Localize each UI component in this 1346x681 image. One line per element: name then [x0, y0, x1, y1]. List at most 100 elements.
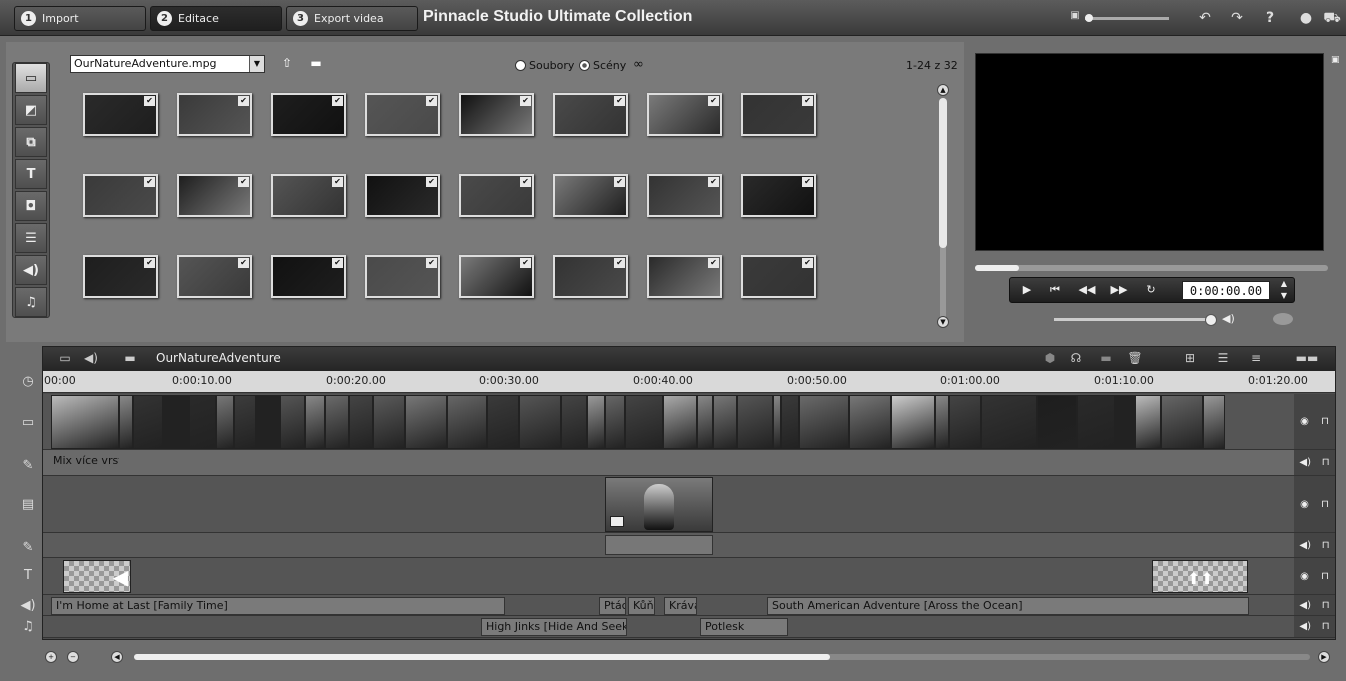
sound-clip[interactable]: South American Adventure [Aross the Ocea…: [767, 597, 1249, 615]
scrubber-knob[interactable]: [975, 265, 1019, 271]
lock-icon[interactable]: ⊓: [1321, 571, 1329, 582]
view-scenes-radio[interactable]: Scény: [579, 59, 626, 72]
video-clip[interactable]: [737, 395, 773, 449]
scene-thumbnail[interactable]: ✔: [365, 93, 440, 136]
scroll-left-icon[interactable]: ◀: [111, 651, 123, 663]
transitions-category-tab[interactable]: ◩: [15, 95, 47, 125]
video-clip[interactable]: [625, 395, 663, 449]
project-folder-icon[interactable]: ▬: [121, 351, 139, 365]
lock-icon[interactable]: ⊓: [1322, 621, 1330, 632]
loop-icon[interactable]: ↻: [1142, 283, 1160, 299]
video-clip[interactable]: [849, 395, 891, 449]
titles-category-tab[interactable]: T: [15, 159, 47, 189]
video-clip[interactable]: [189, 395, 216, 449]
chevron-down-icon[interactable]: ▼: [249, 56, 264, 72]
step-export-tab[interactable]: 3 Export videa: [286, 6, 418, 31]
trash-icon[interactable]: 🗑: [1126, 351, 1144, 365]
volume-slider[interactable]: [1054, 314, 1217, 326]
title-track-icon[interactable]: T: [18, 568, 38, 583]
video-clip[interactable]: [981, 395, 1037, 449]
video-clip[interactable]: [373, 395, 405, 449]
up-folder-icon[interactable]: ⇧: [278, 56, 296, 72]
video-clip[interactable]: [935, 395, 949, 449]
sound-clip[interactable]: Kráva: [664, 597, 697, 615]
video-clip[interactable]: [697, 395, 713, 449]
file-select[interactable]: OurNatureAdventure.mpg ▼: [70, 55, 265, 73]
video-clip[interactable]: [447, 395, 487, 449]
video-clip[interactable]: [216, 395, 234, 449]
audio-pen-icon[interactable]: ✎: [18, 458, 38, 473]
video-clip[interactable]: [519, 395, 561, 449]
video-clip[interactable]: [605, 395, 625, 449]
lock-icon[interactable]: ⊓: [1321, 416, 1329, 427]
eye-icon[interactable]: ◉: [1300, 416, 1309, 427]
speaker-icon[interactable]: ◀): [1299, 600, 1311, 611]
video-clip[interactable]: [234, 395, 256, 449]
music-clip[interactable]: High Jinks [Hide And Seek]: [481, 618, 627, 636]
scene-thumbnail[interactable]: ✔: [741, 93, 816, 136]
library-scrollbar[interactable]: ▲ ▼: [937, 84, 949, 330]
video-clip[interactable]: [1203, 395, 1225, 449]
video-audio-clip-label[interactable]: Mix více vrstev: [53, 452, 119, 472]
zoom-view-icon[interactable]: ▬▬: [1289, 351, 1325, 365]
overlay-audio-pen-icon[interactable]: ✎: [18, 540, 38, 555]
clock-icon[interactable]: ◷: [18, 374, 38, 389]
video-clip[interactable]: [781, 395, 799, 449]
video-clip[interactable]: [305, 395, 325, 449]
music-track[interactable]: [43, 616, 1294, 638]
video-clip[interactable]: [713, 395, 737, 449]
disc-icon[interactable]: [1273, 313, 1293, 325]
step-import-tab[interactable]: 1 Import: [14, 6, 146, 31]
scene-thumbnail[interactable]: ✔: [271, 255, 346, 298]
speaker-icon[interactable]: ◀): [1299, 540, 1311, 551]
video-clip[interactable]: [1115, 395, 1135, 449]
scroll-thumb[interactable]: [939, 98, 947, 248]
overlay-video-clip[interactable]: [605, 477, 713, 532]
store-icon[interactable]: ⛟: [1323, 10, 1341, 28]
video-clip[interactable]: [325, 395, 349, 449]
video-clip[interactable]: [133, 395, 163, 449]
video-clip[interactable]: [119, 395, 133, 449]
scroll-right-icon[interactable]: ▶: [1318, 651, 1330, 663]
go-to-start-icon[interactable]: ⏮: [1046, 283, 1064, 299]
timeline-scrollbar[interactable]: [134, 654, 1310, 660]
marker-icon[interactable]: ⬢: [1041, 351, 1059, 365]
speaker-icon[interactable]: ◀): [1222, 312, 1235, 325]
lock-icon[interactable]: ⊓: [1321, 499, 1329, 510]
video-clip[interactable]: [487, 395, 519, 449]
glasses-icon[interactable]: ∞: [633, 57, 644, 72]
timecode-field[interactable]: 0:00:00.00: [1182, 281, 1270, 300]
music-category-tab[interactable]: ♫: [15, 287, 47, 317]
scene-thumbnail[interactable]: ✔: [647, 174, 722, 217]
video-clip[interactable]: [773, 395, 781, 449]
scene-thumbnail[interactable]: ✔: [647, 255, 722, 298]
zoom-slider[interactable]: [1085, 14, 1169, 22]
music-clip[interactable]: Potlesk: [700, 618, 788, 636]
scene-thumbnail[interactable]: ✔: [271, 174, 346, 217]
video-clip[interactable]: [1135, 395, 1161, 449]
scene-thumbnail[interactable]: ✔: [365, 255, 440, 298]
scroll-down-icon[interactable]: ▼: [937, 316, 949, 328]
scene-thumbnail[interactable]: ✔: [459, 93, 534, 136]
sound-effects-category-tab[interactable]: ◀): [15, 255, 47, 285]
speaker-icon[interactable]: ◀): [1299, 457, 1311, 468]
scene-thumbnail[interactable]: ✔: [459, 255, 534, 298]
split-icon[interactable]: ▬: [1097, 351, 1115, 365]
video-clip[interactable]: [561, 395, 587, 449]
title-clip[interactable]: ◀: [63, 560, 131, 593]
video-clip[interactable]: [1077, 395, 1115, 449]
scene-thumbnail[interactable]: ✔: [553, 174, 628, 217]
sound-clip[interactable]: Ptác: [599, 597, 626, 615]
help-icon[interactable]: ?: [1261, 10, 1279, 26]
lightbulb-icon[interactable]: ●: [1297, 10, 1315, 26]
scene-thumbnail[interactable]: ✔: [365, 174, 440, 217]
eye-icon[interactable]: ◉: [1300, 571, 1309, 582]
undo-icon[interactable]: ↶: [1196, 10, 1214, 26]
scroll-up-icon[interactable]: ▲: [937, 84, 949, 96]
speaker-icon[interactable]: ◀): [1299, 621, 1311, 632]
video-clip[interactable]: [405, 395, 447, 449]
player-scrubber[interactable]: [975, 265, 1328, 271]
sound-track-icon[interactable]: ◀): [18, 598, 38, 613]
rewind-icon[interactable]: ◀◀: [1078, 283, 1096, 299]
folder-icon[interactable]: ▬: [307, 56, 325, 72]
